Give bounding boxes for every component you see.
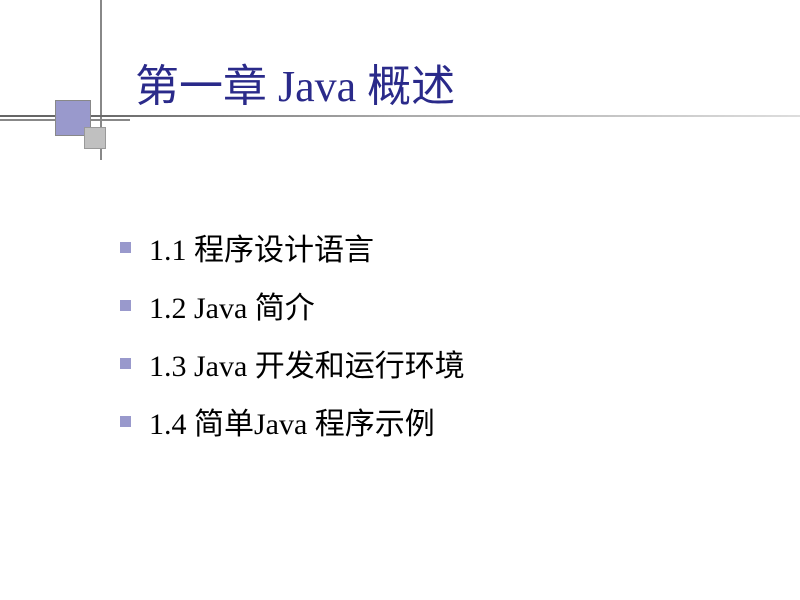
content-list: 1.1 程序设计语言 1.2 Java 简介 1.3 Java 开发和运行环境 … (120, 225, 465, 457)
list-item: 1.2 Java 简介 (120, 283, 465, 327)
bullet-icon (120, 300, 131, 311)
slide-title: 第一章 Java 概述 (135, 50, 455, 114)
list-item-text: 1.3 Java 开发和运行环境 (149, 341, 465, 385)
list-item-text: 1.4 简单Java 程序示例 (149, 399, 435, 443)
list-item-text: 1.1 程序设计语言 (149, 225, 374, 269)
decorative-square-small (84, 127, 106, 149)
list-item: 1.1 程序设计语言 (120, 225, 465, 269)
bullet-icon (120, 416, 131, 427)
list-item-text: 1.2 Java 简介 (149, 283, 315, 327)
list-item: 1.3 Java 开发和运行环境 (120, 341, 465, 385)
bullet-icon (120, 242, 131, 253)
bullet-icon (120, 358, 131, 369)
title-underline (0, 115, 800, 117)
list-item: 1.4 简单Java 程序示例 (120, 399, 465, 443)
